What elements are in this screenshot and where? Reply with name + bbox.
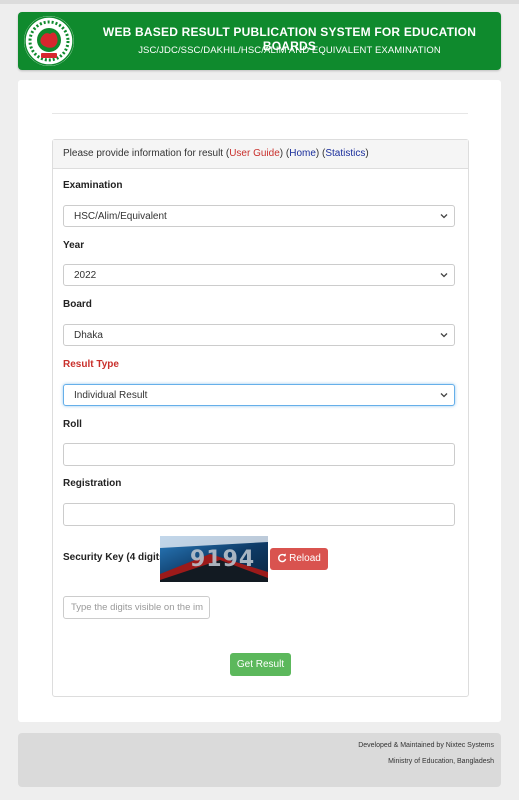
result-type-value: Individual Result [74,390,148,401]
site-header: WEB BASED RESULT PUBLICATION SYSTEM FOR … [18,12,501,70]
reload-button[interactable]: Reload [270,548,328,570]
year-label: Year [63,240,85,251]
examination-select[interactable]: HSC/Alim/Equivalent [63,205,455,227]
year-value: 2022 [74,270,97,281]
footer-ministry: Ministry of Education, Bangladesh [388,758,494,765]
chevron-down-icon [440,273,448,278]
roll-input[interactable] [63,443,455,466]
get-result-button[interactable]: Get Result [230,653,291,676]
reload-label: Reload [289,553,321,564]
security-key-input[interactable]: Type the digits visible on the im [63,596,210,619]
site-footer: Developed & Maintained by Nixtec Systems… [18,733,501,787]
divider [52,113,468,114]
result-type-select[interactable]: Individual Result [63,384,455,406]
chevron-down-icon [440,393,448,398]
statistics-link[interactable]: Statistics [325,148,365,159]
refresh-icon [278,553,287,563]
main-card: Please provide information for result (U… [18,80,501,722]
examination-value: HSC/Alim/Equivalent [74,211,167,222]
result-type-label: Result Type [63,359,119,370]
footer-developer: Developed & Maintained by Nixtec Systems [358,742,494,749]
captcha-image: 9194 [160,536,268,582]
top-border [0,0,519,4]
home-link[interactable]: Home [289,148,316,159]
panel-header: Please provide information for result (U… [53,140,468,169]
registration-label: Registration [63,478,122,489]
header-subtitle: JSC/JDC/SSC/DAKHIL/HSC/ALIM AND EQUIVALE… [138,45,441,56]
result-form-panel: Please provide information for result (U… [52,139,469,697]
board-select[interactable]: Dhaka [63,324,455,346]
registration-input[interactable] [63,503,455,526]
captcha-digits: 9194 [190,547,255,572]
chevron-down-icon [440,214,448,219]
chevron-down-icon [440,333,448,338]
government-seal-icon [24,16,74,66]
examination-label: Examination [63,180,123,191]
board-label: Board [63,299,92,310]
user-guide-link[interactable]: User Guide [229,148,280,159]
panel-intro-text: Please provide information for result [63,148,224,159]
roll-label: Roll [63,419,82,430]
board-value: Dhaka [74,330,103,341]
year-select[interactable]: 2022 [63,264,455,286]
security-key-label: Security Key (4 digits) [63,552,169,563]
